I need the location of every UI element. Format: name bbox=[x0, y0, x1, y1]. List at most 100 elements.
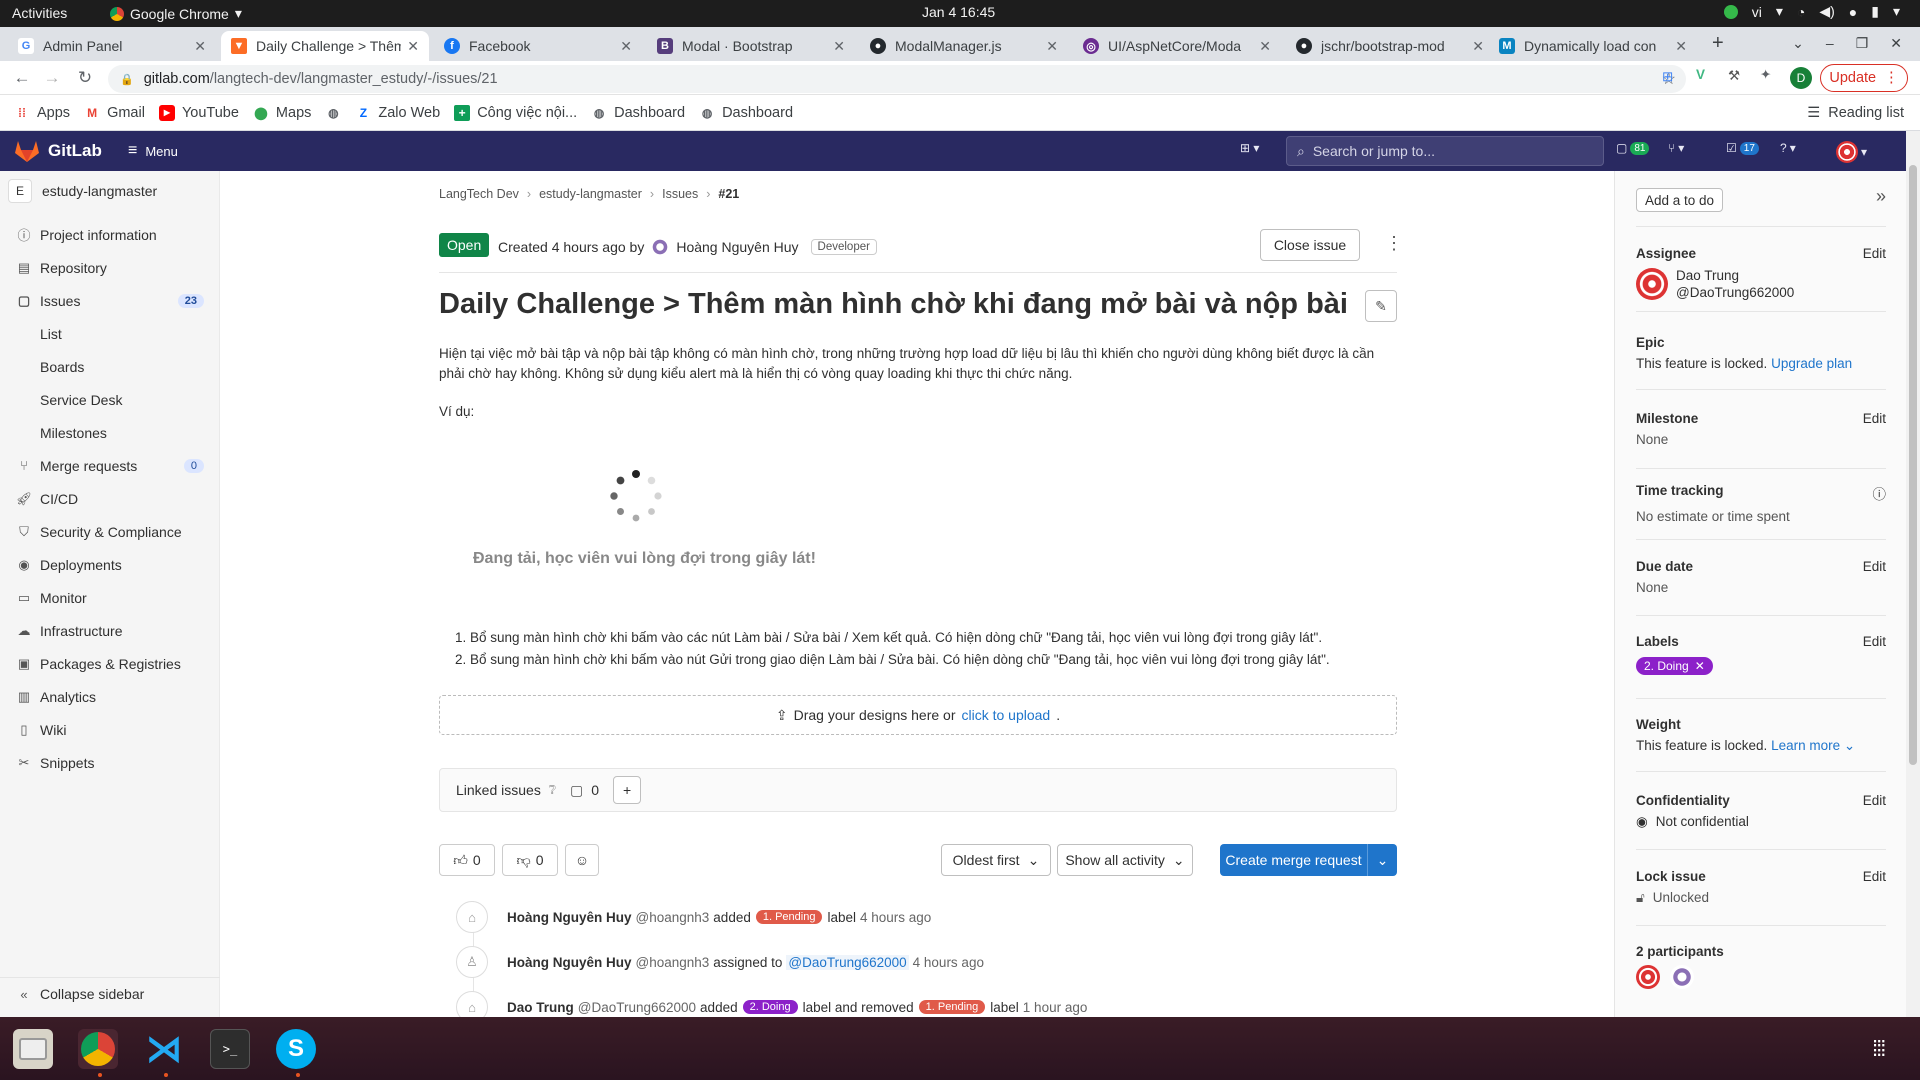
assignee-mention[interactable]: @DaoTrung662000 bbox=[786, 954, 909, 970]
chevron-down-icon[interactable]: ⌄ bbox=[1367, 844, 1397, 876]
chevron-down-icon[interactable]: ⌄ bbox=[1844, 738, 1855, 753]
breadcrumb-link[interactable]: estudy-langmaster bbox=[539, 187, 642, 201]
tab-dynamically-load[interactable]: M Dynamically load con ✕ bbox=[1489, 31, 1697, 61]
bookmark-globe[interactable]: ◍ bbox=[325, 105, 341, 121]
bookmark-gmail[interactable]: M Gmail bbox=[84, 105, 145, 121]
upgrade-plan-link[interactable]: Upgrade plan bbox=[1771, 356, 1852, 371]
author-avatar[interactable] bbox=[650, 237, 671, 257]
author-name[interactable]: Hoàng Nguyên Huy bbox=[676, 239, 798, 255]
help-icon[interactable]: ❔︎ bbox=[549, 783, 556, 798]
minimize-icon[interactable]: – bbox=[1826, 35, 1834, 52]
close-window-icon[interactable]: ✕ bbox=[1890, 35, 1902, 52]
bookmark-maps[interactable]: ⬤ Maps bbox=[253, 105, 311, 121]
maximize-icon[interactable]: ❐ bbox=[1856, 35, 1869, 52]
close-icon[interactable]: ✕ bbox=[1259, 38, 1271, 55]
tab-facebook[interactable]: f Facebook ✕ bbox=[434, 31, 642, 61]
learn-more-link[interactable]: Learn more bbox=[1771, 738, 1840, 753]
merge-requests-dropdown[interactable]: ⑂ ▾ bbox=[1668, 141, 1684, 155]
upload-link[interactable]: click to upload bbox=[962, 707, 1051, 723]
vscode-app-icon[interactable]: ⋊ bbox=[144, 1029, 184, 1069]
edit-labels-link[interactable]: Edit bbox=[1863, 634, 1886, 649]
activities-button[interactable]: Activities bbox=[12, 5, 67, 21]
add-todo-button[interactable]: Add a to do bbox=[1636, 188, 1723, 212]
sidebar-item-monitor[interactable]: ▭ Monitor bbox=[0, 581, 220, 614]
sidebar-item-milestones[interactable]: Milestones bbox=[0, 416, 220, 449]
sidebar-item-merge-requests[interactable]: ⑂ Merge requests 0 bbox=[0, 449, 220, 482]
close-icon[interactable]: ✕ bbox=[194, 38, 206, 55]
create-merge-request-button[interactable]: Create merge request ⌄ bbox=[1220, 844, 1397, 876]
system-tray[interactable]: vi ▾ ◔ ◀) ● ▮ ▾ bbox=[1723, 3, 1900, 20]
close-icon[interactable]: ✕ bbox=[1695, 659, 1705, 673]
activity-handle[interactable]: @DaoTrung662000 bbox=[578, 1000, 696, 1015]
tab-admin-panel[interactable]: G Admin Panel ✕ bbox=[8, 31, 216, 61]
activity-time[interactable]: 1 hour ago bbox=[1023, 1000, 1088, 1015]
url-field[interactable]: 🔒 gitlab.com/langtech-dev/langmaster_est… bbox=[108, 65, 1686, 93]
design-dropzone[interactable]: ⇪ Drag your designs here or click to upl… bbox=[439, 695, 1397, 735]
reading-list-button[interactable]: ☰ Reading list bbox=[1807, 105, 1904, 121]
profile-avatar[interactable]: D bbox=[1790, 67, 1812, 89]
search-input[interactable]: ⌕ Search or jump to... bbox=[1286, 136, 1604, 166]
tab-aspnetcore[interactable]: ◎ UI/AspNetCore/Moda ✕ bbox=[1073, 31, 1281, 61]
activity-author[interactable]: Dao Trung bbox=[507, 1000, 574, 1015]
assignee-avatar[interactable] bbox=[1636, 268, 1668, 300]
activity-handle[interactable]: @hoangnh3 bbox=[636, 910, 710, 925]
activity-filter-dropdown[interactable]: Show all activity ⌄ bbox=[1057, 844, 1193, 876]
reload-icon[interactable]: ↻ bbox=[75, 68, 95, 88]
help-dropdown[interactable]: ? ▾ bbox=[1780, 141, 1796, 155]
sidebar-item-list[interactable]: List bbox=[0, 317, 220, 350]
sidebar-item-packages[interactable]: ▣ Packages & Registries bbox=[0, 647, 220, 680]
skype-app-icon[interactable]: S bbox=[276, 1029, 316, 1069]
label-pending-badge[interactable]: 1. Pending bbox=[918, 1000, 986, 1014]
participant-avatar[interactable] bbox=[1670, 965, 1694, 989]
sidebar-item-security[interactable]: ⛉ Security & Compliance bbox=[0, 515, 220, 548]
add-reaction-button[interactable]: ☺ bbox=[565, 844, 599, 876]
sidebar-item-project-information[interactable]: ⓘ Project information bbox=[0, 218, 220, 251]
close-icon[interactable]: ✕ bbox=[833, 38, 845, 55]
close-icon[interactable]: ✕ bbox=[407, 38, 419, 55]
translate-icon[interactable]: ⊞ bbox=[1662, 69, 1673, 85]
assignee-name[interactable]: Dao Trung bbox=[1676, 267, 1794, 284]
back-icon[interactable]: ← bbox=[12, 68, 32, 88]
sidebar-item-repository[interactable]: ▤ Repository bbox=[0, 251, 220, 284]
forward-icon[interactable]: → bbox=[42, 68, 62, 88]
close-icon[interactable]: ✕ bbox=[1472, 38, 1484, 55]
thumbs-down-button[interactable]: 👎︎ 0 bbox=[502, 844, 558, 876]
clock[interactable]: Jan 4 16:45 bbox=[922, 4, 995, 20]
issues-counter[interactable]: ▢ 81 bbox=[1616, 141, 1650, 155]
help-icon[interactable]: ⓘ bbox=[1873, 483, 1887, 503]
label-pending-badge[interactable]: 1. Pending bbox=[755, 910, 823, 924]
add-linked-issue-button[interactable]: + bbox=[613, 776, 642, 804]
new-tab-icon[interactable]: + bbox=[1712, 32, 1724, 55]
bookmark-cong-viec[interactable]: + Công việc nội... bbox=[454, 104, 577, 121]
project-link[interactable]: E estudy-langmaster bbox=[8, 179, 157, 203]
input-language[interactable]: vi bbox=[1752, 4, 1762, 20]
sort-dropdown[interactable]: Oldest first ⌄ bbox=[941, 844, 1051, 876]
sidebar-item-issues[interactable]: ▢ Issues 23 bbox=[0, 284, 220, 317]
tab-search-icon[interactable]: ⌄ bbox=[1792, 35, 1804, 52]
label-doing-badge[interactable]: 2. Doing bbox=[742, 1000, 798, 1014]
more-actions-icon[interactable]: ⋮ bbox=[1385, 233, 1403, 254]
tab-gitlab-issue[interactable]: ▼ Daily Challenge > Thêm ✕ bbox=[221, 31, 429, 61]
bookmark-youtube[interactable]: ▶ YouTube bbox=[158, 104, 239, 121]
activity-author[interactable]: Hoàng Nguyên Huy bbox=[507, 955, 632, 970]
activity-handle[interactable]: @hoangnh3 bbox=[636, 955, 710, 970]
files-app-icon[interactable] bbox=[13, 1029, 53, 1069]
close-icon[interactable]: ✕ bbox=[1046, 38, 1058, 55]
tab-jschr[interactable]: ● jschr/bootstrap-mod ✕ bbox=[1286, 31, 1494, 61]
update-button[interactable]: Update ⋮ bbox=[1820, 64, 1908, 92]
extension-icon[interactable]: ⚒ bbox=[1728, 68, 1740, 84]
bookmark-dashboard-1[interactable]: ◍ Dashboard bbox=[591, 105, 685, 121]
breadcrumb-current[interactable]: #21 bbox=[718, 187, 739, 201]
thumbs-up-button[interactable]: 👍︎ 0 bbox=[439, 844, 495, 876]
gitlab-home-link[interactable]: GitLab bbox=[14, 139, 102, 163]
sidebar-item-ci-cd[interactable]: 🚀︎ CI/CD bbox=[0, 482, 220, 515]
bookmark-zalo[interactable]: Z Zalo Web bbox=[355, 105, 440, 121]
todos-counter[interactable]: ☑ 17 bbox=[1726, 141, 1759, 155]
close-icon[interactable]: ✕ bbox=[620, 38, 632, 55]
close-icon[interactable]: ✕ bbox=[1675, 38, 1687, 55]
app-menu[interactable]: Google Chrome ▾ bbox=[110, 5, 242, 22]
tab-bootstrap[interactable]: B Modal · Bootstrap ✕ bbox=[647, 31, 855, 61]
terminal-app-icon[interactable]: >_ bbox=[210, 1029, 250, 1069]
sidebar-item-analytics[interactable]: ▥ Analytics bbox=[0, 680, 220, 713]
scrollbar-thumb[interactable] bbox=[1909, 165, 1917, 765]
